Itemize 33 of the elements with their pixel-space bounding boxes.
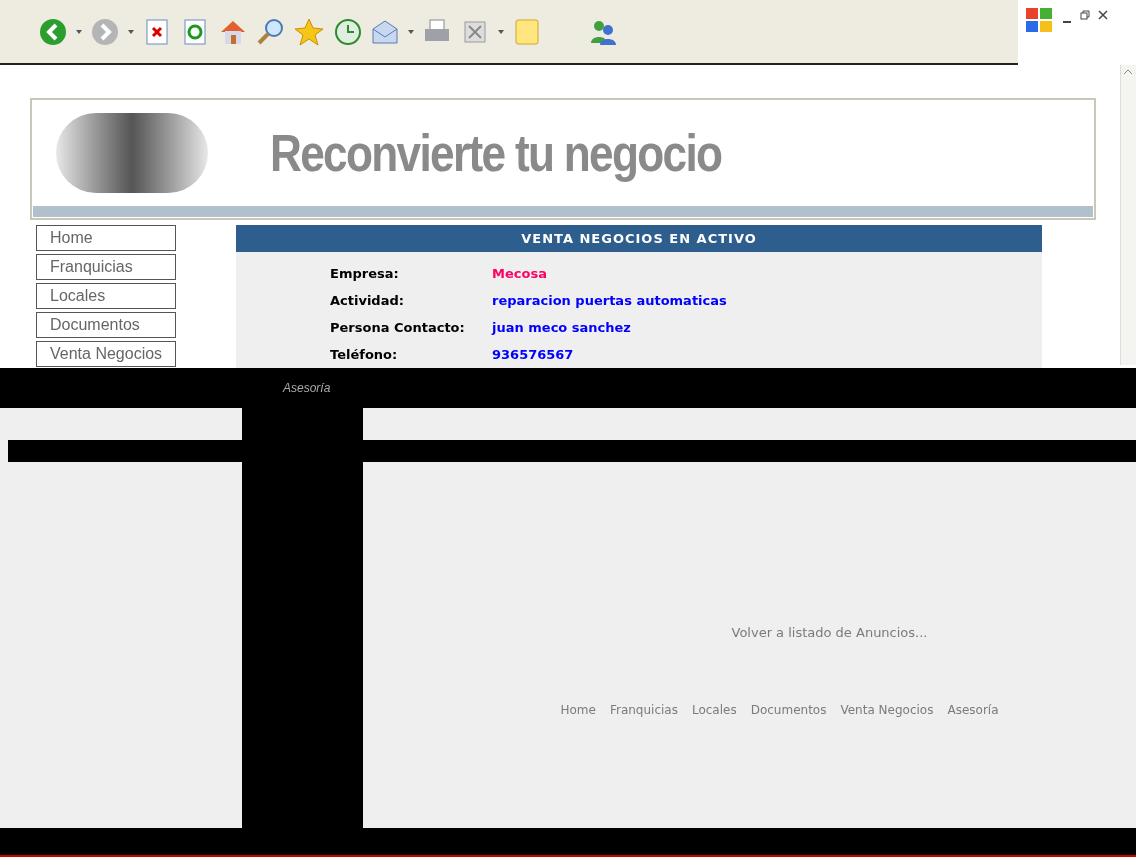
field-value: reparacion puertas automaticas	[492, 291, 727, 310]
field-label: Actividad:	[330, 291, 405, 310]
footer-link[interactable]: Documentos	[750, 700, 827, 719]
field-value: juan meco sanchez	[492, 318, 631, 337]
caret-icon[interactable]	[408, 29, 414, 34]
menu-link[interactable]: Venta Negocios	[36, 341, 176, 367]
glitch-text: Asesoría	[283, 380, 331, 397]
back-link[interactable]: Volver a listado de Anuncios...	[731, 623, 928, 643]
footer-link[interactable]: Home	[560, 700, 596, 719]
search-icon[interactable]	[256, 16, 286, 47]
close-icon[interactable]	[1098, 10, 1108, 20]
star-icon[interactable]	[294, 16, 324, 47]
footer-link[interactable]: Locales	[691, 700, 737, 719]
site-title: Reconvierte tu negocio	[270, 123, 722, 184]
menu-link[interactable]: Franquicias	[36, 254, 176, 280]
footer-link[interactable]: Asesoría	[947, 700, 999, 719]
field-value: 936576567	[492, 345, 574, 364]
windows-logo-icon	[1024, 6, 1054, 34]
menu-link[interactable]: Documentos	[36, 312, 176, 338]
field-value: Mecosa	[492, 264, 547, 283]
menu-link[interactable]: Home	[36, 225, 176, 251]
field-label: Persona Contacto:	[330, 318, 466, 337]
panel-title: VENTA NEGOCIOS EN ACTIVO	[236, 225, 1042, 252]
footer-link[interactable]: Franquicias	[609, 700, 678, 719]
history-icon[interactable]	[332, 16, 362, 47]
field-label: Empresa:	[330, 264, 400, 283]
caret-icon[interactable]	[128, 29, 134, 34]
field-label: Teléfono:	[330, 345, 399, 364]
footer-link[interactable]: Venta Negocios	[840, 700, 934, 719]
caret-icon[interactable]	[76, 29, 82, 34]
caret-icon[interactable]	[498, 29, 504, 34]
menu-link[interactable]: Locales	[36, 283, 176, 309]
restore-icon[interactable]	[1080, 10, 1090, 20]
